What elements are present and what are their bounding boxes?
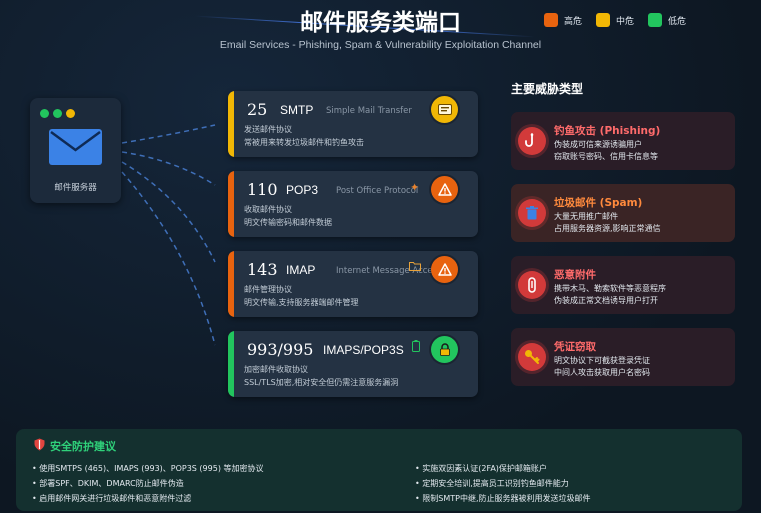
mail-server-card: 邮件服务器 (30, 98, 121, 203)
advice-item: • 限制SMTP中继,防止服务器被利用发送垃圾邮件 (415, 494, 591, 503)
threat-impact: 中间人攻击获取用户名密码 (554, 368, 650, 377)
threat-name: 钓鱼攻击 (Phishing) (554, 125, 661, 137)
risk-bar-medium (228, 91, 234, 157)
envelope-icon (49, 129, 102, 165)
port-description: 发送邮件协议 (244, 125, 292, 134)
port-protocol: SMTP (280, 103, 314, 117)
port-number: 25 (247, 100, 268, 119)
port-description: 加密邮件收取协议 (244, 365, 308, 374)
threat-name: 凭证窃取 (554, 341, 596, 353)
port-full-name: Simple Mail Transfer (326, 106, 412, 116)
advice-item: • 启用邮件网关进行垃圾邮件和恶意附件过滤 (32, 494, 192, 503)
port-card-pop3[interactable]: 110 POP3 Post Office Protocol ✦ 收取邮件协议 明… (228, 171, 478, 237)
battery-icon (412, 340, 420, 355)
paperclip-icon (518, 271, 546, 299)
message-icon (431, 96, 458, 123)
status-dots (40, 109, 75, 118)
threat-card-credential[interactable]: 凭证窃取 明文协议下可截获登录凭证 中间人攻击获取用户名密码 (511, 328, 735, 386)
threat-card-attachment[interactable]: 恶意附件 携带木马、勒索软件等恶意程序 伪装成正常文档诱导用户打开 (511, 256, 735, 314)
security-advice-panel: 安全防护建议 • 使用SMTPS (465)、IMAPS (993)、POP3S… (16, 429, 742, 511)
status-dot (53, 109, 62, 118)
status-dot (66, 109, 75, 118)
advice-item: • 使用SMTPS (465)、IMAPS (993)、POP3S (995) … (32, 464, 264, 473)
port-description: 邮件管理协议 (244, 285, 292, 294)
server-label: 邮件服务器 (54, 183, 97, 193)
port-protocol: POP3 (286, 183, 319, 197)
warning-icon (431, 256, 458, 283)
threat-description: 伪装成可信来源诱骗用户 (554, 140, 642, 149)
threat-description: 携带木马、勒索软件等恶意程序 (554, 284, 666, 293)
port-card-secure[interactable]: 993/995 IMAPS/POP3S 加密邮件收取协议 SSL/TLS加密,相… (228, 331, 478, 397)
key-icon (518, 343, 546, 371)
port-risk-note: 明文传输,支持服务器端邮件管理 (244, 298, 359, 307)
advice-item: • 定期安全培训,提高员工识别钓鱼邮件能力 (415, 479, 569, 488)
port-risk-note: 常被用来转发垃圾邮件和钓鱼攻击 (244, 138, 364, 147)
risk-bar-high (228, 251, 234, 317)
lock-icon (431, 336, 458, 363)
threat-impact: 伪装成正常文档诱导用户打开 (554, 296, 658, 305)
threat-card-phishing[interactable]: 钓鱼攻击 (Phishing) 伪装成可信来源诱骗用户 窃取账号密码、信用卡信息… (511, 112, 735, 170)
threat-card-spam[interactable]: 垃圾邮件 (Spam) 大量无用推广邮件 占用服务器资源,影响正常通信 (511, 184, 735, 242)
threats-heading: 主要威胁类型 (511, 82, 584, 96)
port-number: 110 (247, 180, 278, 199)
status-dot (40, 109, 49, 118)
port-number: 993/995 (247, 340, 314, 359)
threat-impact: 窃取账号密码、信用卡信息等 (554, 152, 658, 161)
port-full-name: Post Office Protocol (336, 186, 419, 196)
threat-impact: 占用服务器资源,影响正常通信 (554, 224, 661, 233)
sparkle-icon: ✦ (410, 181, 420, 194)
risk-bar-low (228, 331, 234, 397)
shield-icon (34, 438, 45, 451)
port-description: 收取邮件协议 (244, 205, 292, 214)
threat-description: 明文协议下可截获登录凭证 (554, 356, 650, 365)
trash-icon (518, 199, 546, 227)
threat-description: 大量无用推广邮件 (554, 212, 618, 221)
port-card-imap[interactable]: 143 IMAP Internet Message Access 邮件管理协议 … (228, 251, 478, 317)
advice-item: • 部署SPF、DKIM、DMARC防止邮件伪造 (32, 479, 184, 488)
advice-heading: 安全防护建议 (50, 440, 116, 453)
port-number: 143 (247, 260, 278, 279)
threat-name: 恶意附件 (554, 269, 596, 281)
warning-icon (431, 176, 458, 203)
port-risk-note: SSL/TLS加密,相对安全但仍需注意服务漏洞 (244, 378, 399, 387)
port-protocol: IMAP (286, 263, 316, 277)
port-risk-note: 明文传输密码和邮件数据 (244, 218, 332, 227)
hook-icon (518, 127, 546, 155)
threat-name: 垃圾邮件 (Spam) (554, 197, 643, 209)
port-protocol: IMAPS/POP3S (323, 343, 404, 357)
port-card-smtp[interactable]: 25 SMTP Simple Mail Transfer 发送邮件协议 常被用来… (228, 91, 478, 157)
risk-bar-high (228, 171, 234, 237)
folder-icon (409, 261, 421, 274)
advice-item: • 实施双因素认证(2FA)保护邮箱账户 (415, 464, 547, 473)
